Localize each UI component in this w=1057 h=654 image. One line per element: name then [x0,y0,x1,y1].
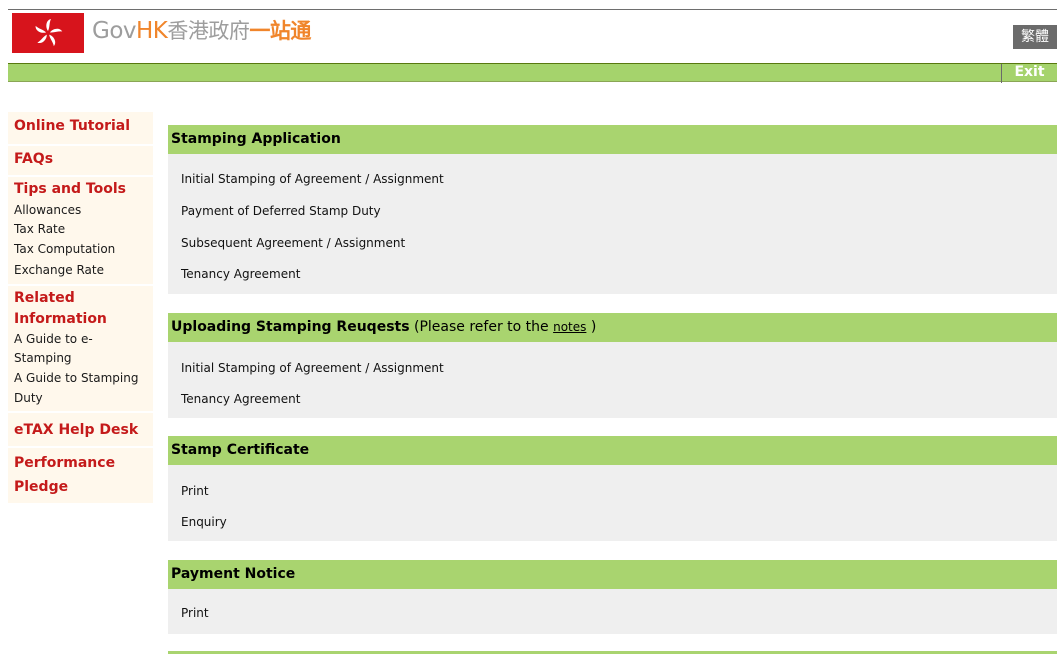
sidebar-divider [8,284,153,286]
section-title: Stamping Application [171,131,341,147]
notes-suffix: ) [586,319,597,335]
link-payment-notice-print[interactable]: Print [181,605,209,621]
sidebar-divider [8,411,153,413]
govhk-logo[interactable]: GovHK香港政府一站通 [92,16,311,46]
header: GovHK香港政府一站通 繁體 [8,9,1057,56]
traditional-chinese-button[interactable]: 繁體 [1013,25,1057,49]
logo-zh-highlight-text: 一站通 [249,19,311,43]
section-title: Payment Notice [171,566,296,582]
link-initial-stamping[interactable]: Initial Stamping of Agreement / Assignme… [181,171,444,187]
notes-link[interactable]: notes [553,320,586,334]
sidebar-allowances[interactable]: Allowances [14,201,81,220]
link-certificate-print[interactable]: Print [181,483,209,499]
sidebar-guide-stamping-duty-line2[interactable]: Duty [14,389,43,408]
sidebar-divider [8,144,153,146]
section-header-payment-notice: Payment Notice [168,560,1057,589]
link-subsequent-agreement[interactable]: Subsequent Agreement / Assignment [181,235,405,251]
sidebar-guide-e-stamping[interactable]: A Guide to e- [14,330,93,349]
top-nav-bar: Exit [8,63,1057,83]
sidebar: Online Tutorial FAQs Tips and Tools Allo… [8,112,153,503]
sidebar-performance-pledge[interactable]: Performance [14,454,115,473]
sidebar-exchange-rate[interactable]: Exchange Rate [14,261,104,280]
sidebar-related-information-line2[interactable]: Information [14,310,107,329]
notes-prefix: (Please refer to the [409,319,554,335]
section-title: Stamp Certificate [171,442,310,458]
section-body-uploading-stamping-requests: Initial Stamping of Agreement / Assignme… [168,342,1057,418]
section-header-uploading-stamping-requests: Uploading Stamping Reuqests (Please refe… [168,313,1057,342]
link-payment-deferred-stamp-duty[interactable]: Payment of Deferred Stamp Duty [181,203,381,219]
hk-flag-logo[interactable] [12,13,84,53]
section-header-stamping-application: Stamping Application [168,125,1057,154]
sidebar-guide-stamping-duty[interactable]: A Guide to Stamping [14,369,138,388]
section-body-stamping-application: Initial Stamping of Agreement / Assignme… [168,154,1057,294]
sidebar-etax-help-desk[interactable]: eTAX Help Desk [14,421,138,440]
bauhinia-icon [35,19,63,47]
logo-zh-text: 香港政府 [167,19,250,43]
link-upload-initial-stamping[interactable]: Initial Stamping of Agreement / Assignme… [181,360,444,376]
section-body-stamp-certificate: Print Enquiry [168,465,1057,541]
sidebar-divider [8,175,153,177]
sidebar-tips-and-tools[interactable]: Tips and Tools [14,180,126,199]
sidebar-divider [8,446,153,448]
link-tenancy-agreement[interactable]: Tenancy Agreement [181,266,300,282]
link-upload-tenancy-agreement[interactable]: Tenancy Agreement [181,391,300,407]
logo-hk-text: HK [136,18,168,44]
section-body-payment-notice: Print [168,589,1057,634]
sidebar-faqs[interactable]: FAQs [14,150,53,169]
link-certificate-enquiry[interactable]: Enquiry [181,514,227,530]
section-header-stamp-certificate: Stamp Certificate [168,436,1057,465]
logo-gov-text: Gov [92,18,137,44]
sidebar-guide-e-stamping-line2[interactable]: Stamping [14,349,72,368]
sidebar-tax-computation[interactable]: Tax Computation [14,240,115,259]
sidebar-tax-rate[interactable]: Tax Rate [14,220,65,239]
section-title: Uploading Stamping Reuqests [171,319,410,335]
sidebar-related-information[interactable]: Related [14,289,75,308]
sidebar-performance-pledge-line2[interactable]: Pledge [14,478,68,497]
exit-button[interactable]: Exit [1001,64,1057,83]
sidebar-online-tutorial[interactable]: Online Tutorial [14,117,130,136]
